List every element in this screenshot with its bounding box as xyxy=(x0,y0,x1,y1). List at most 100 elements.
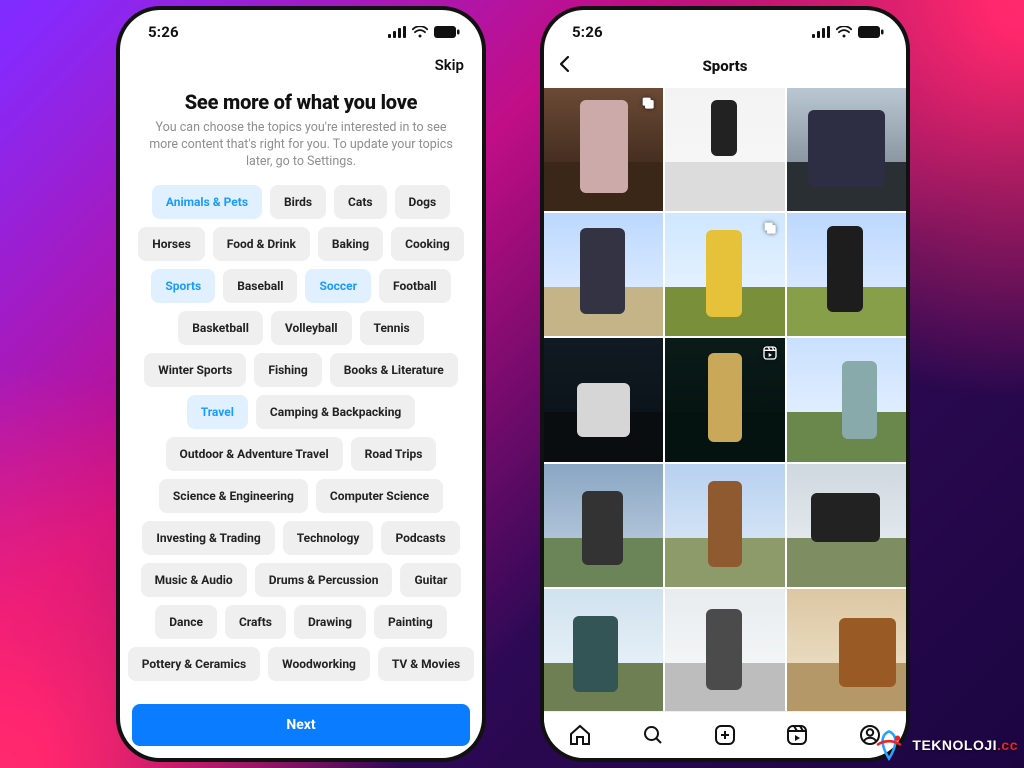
topic-chip[interactable]: Investing & Trading xyxy=(142,521,274,555)
feed-tile[interactable] xyxy=(544,213,663,336)
topic-chip[interactable]: Soccer xyxy=(305,269,371,303)
nav-bar: Sports xyxy=(544,50,906,82)
photo-placeholder xyxy=(787,88,906,211)
topic-chip[interactable]: Dogs xyxy=(395,185,451,219)
topic-chip[interactable]: Outdoor & Adventure Travel xyxy=(166,437,343,471)
watermark: TEKNOLOJI.cc xyxy=(872,728,1018,762)
photo-placeholder xyxy=(665,88,784,211)
photo-placeholder xyxy=(665,589,784,712)
photo-placeholder xyxy=(787,338,906,461)
next-button[interactable]: Next xyxy=(132,704,470,746)
feed-tile[interactable] xyxy=(544,589,663,712)
feed-tile[interactable] xyxy=(787,464,906,587)
tab-create[interactable] xyxy=(712,722,738,748)
feed-tile[interactable] xyxy=(665,88,784,211)
topic-chip[interactable]: Travel xyxy=(187,395,248,429)
tab-home[interactable] xyxy=(567,722,593,748)
skip-button[interactable]: Skip xyxy=(435,56,464,74)
photo-placeholder xyxy=(544,213,663,336)
phone-frame-left: 5:26 Skip See more of what you love You … xyxy=(116,6,486,762)
feed-tile[interactable] xyxy=(787,338,906,461)
topic-chip[interactable]: Crafts xyxy=(225,605,286,639)
topic-chip[interactable]: Guitar xyxy=(400,563,461,597)
wifi-icon xyxy=(836,26,852,38)
topic-chip[interactable]: Volleyball xyxy=(271,311,352,345)
feed-tile[interactable] xyxy=(665,338,784,461)
phone-frame-right: 5:26 Sports xyxy=(540,6,910,762)
carousel-badge-icon xyxy=(761,219,779,237)
topic-chip[interactable]: Technology xyxy=(283,521,374,555)
chevron-left-icon xyxy=(558,55,572,73)
topic-chip[interactable]: Food & Drink xyxy=(213,227,310,261)
topic-chip[interactable]: Birds xyxy=(270,185,326,219)
photo-placeholder xyxy=(787,589,906,712)
topic-chip[interactable]: Road Trips xyxy=(351,437,437,471)
topic-chip[interactable]: Cooking xyxy=(391,227,464,261)
carousel-badge-icon xyxy=(639,94,657,112)
feed-tile[interactable] xyxy=(665,464,784,587)
topic-chip[interactable]: TV & Movies xyxy=(378,647,474,681)
search-icon xyxy=(641,723,665,747)
topic-chip[interactable]: Music & Audio xyxy=(141,563,247,597)
photo-placeholder xyxy=(787,213,906,336)
photo-placeholder xyxy=(544,464,663,587)
tab-bar xyxy=(544,711,906,758)
feed-tile[interactable] xyxy=(544,88,663,211)
cellular-icon xyxy=(812,26,830,38)
topic-chip[interactable]: Dance xyxy=(155,605,217,639)
page-subtitle: You can choose the topics you're interes… xyxy=(144,120,458,171)
feed-tile[interactable] xyxy=(787,88,906,211)
topic-chip[interactable]: Books & Literature xyxy=(330,353,458,387)
feed-tile[interactable] xyxy=(544,464,663,587)
topic-chip[interactable]: Horses xyxy=(138,227,204,261)
photo-placeholder xyxy=(544,589,663,712)
topic-chip[interactable]: Winter Sports xyxy=(144,353,246,387)
topic-chip[interactable]: Drums & Percussion xyxy=(255,563,393,597)
topic-chip[interactable]: Cats xyxy=(334,185,387,219)
wifi-icon xyxy=(412,26,428,38)
photo-placeholder xyxy=(544,338,663,461)
photo-placeholder xyxy=(665,464,784,587)
plus-square-icon xyxy=(713,723,737,747)
topic-chip[interactable]: Woodworking xyxy=(268,647,370,681)
reel-badge-icon xyxy=(761,344,779,362)
feed-tile[interactable] xyxy=(787,213,906,336)
topic-chip[interactable]: Drawing xyxy=(294,605,366,639)
battery-icon xyxy=(858,26,884,38)
topic-chip[interactable]: Podcasts xyxy=(381,521,459,555)
nav-title: Sports xyxy=(703,57,748,75)
tab-reels[interactable] xyxy=(784,722,810,748)
topic-chip[interactable]: Sports xyxy=(151,269,215,303)
screen-feed: 5:26 Sports xyxy=(544,10,906,758)
reels-icon xyxy=(785,723,809,747)
feed-tile[interactable] xyxy=(665,213,784,336)
watermark-logo-icon xyxy=(872,728,906,762)
topic-chip[interactable]: Animals & Pets xyxy=(152,185,262,219)
back-button[interactable] xyxy=(558,54,572,78)
screen-topics: 5:26 Skip See more of what you love You … xyxy=(120,10,482,758)
feed-tile[interactable] xyxy=(544,338,663,461)
status-time: 5:26 xyxy=(148,23,179,41)
topic-chip[interactable]: Baking xyxy=(318,227,383,261)
topic-chip[interactable]: Basketball xyxy=(178,311,263,345)
photo-placeholder xyxy=(787,464,906,587)
topic-chip[interactable]: Science & Engineering xyxy=(159,479,308,513)
feed-grid xyxy=(544,88,906,712)
feed-tile[interactable] xyxy=(665,589,784,712)
topic-chip[interactable]: Painting xyxy=(374,605,447,639)
topic-chip[interactable]: Computer Science xyxy=(316,479,443,513)
topic-chip[interactable]: Tennis xyxy=(360,311,424,345)
status-time: 5:26 xyxy=(572,23,603,41)
topic-chip[interactable]: Pottery & Ceramics xyxy=(128,647,260,681)
next-button-label: Next xyxy=(286,717,315,733)
feed-tile[interactable] xyxy=(787,589,906,712)
status-right xyxy=(812,26,884,38)
topic-chip[interactable]: Fishing xyxy=(254,353,321,387)
status-bar: 5:26 xyxy=(544,10,906,50)
page-title: See more of what you love xyxy=(136,90,466,114)
watermark-brand: TEKNOLOJI xyxy=(912,737,997,753)
topic-chip[interactable]: Football xyxy=(379,269,451,303)
topic-chip[interactable]: Camping & Backpacking xyxy=(256,395,415,429)
tab-search[interactable] xyxy=(640,722,666,748)
topic-chip[interactable]: Baseball xyxy=(223,269,297,303)
